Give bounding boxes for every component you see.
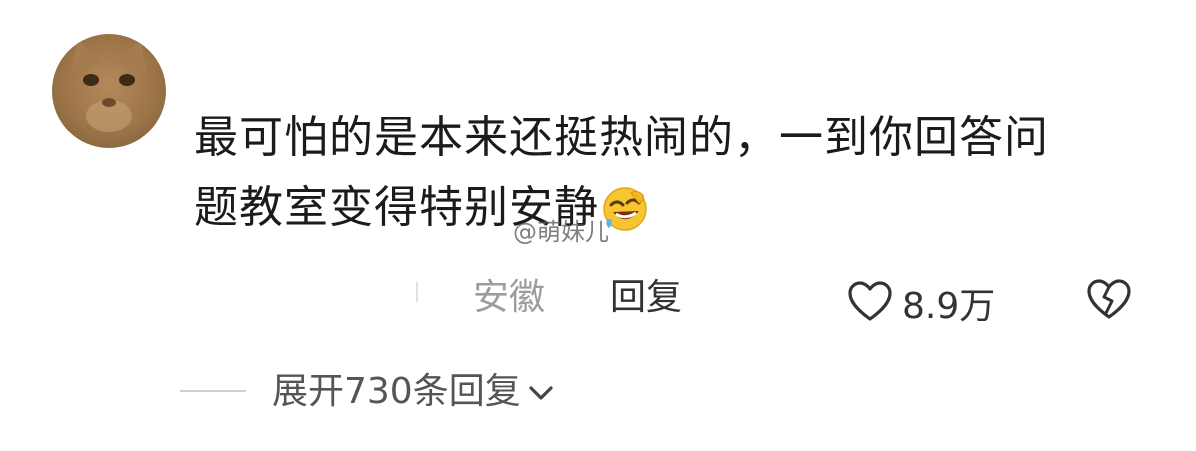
dislike-button[interactable] [1084, 277, 1134, 325]
comment-text: 最可怕的是本来还挺热闹的，一到你回答问 题教室变得特别安静 [194, 103, 1154, 243]
watermark: @萌妹儿 [513, 218, 609, 246]
cat-ear-left [62, 34, 102, 73]
chevron-down-icon [521, 370, 555, 414]
cat-eye-left [83, 74, 99, 86]
cat-eye-right [119, 74, 135, 86]
divider-tick [416, 282, 418, 302]
comment-line-1: 最可怕的是本来还挺热闹的，一到你回答问 [194, 112, 1049, 163]
location-label: 安徽 [473, 277, 546, 318]
heart-icon [846, 279, 894, 327]
cat-ear-right [116, 34, 156, 73]
reply-button[interactable]: 回复 [610, 276, 682, 320]
expand-replies-button[interactable]: 展开730条回复 [272, 370, 555, 414]
cat-nose [102, 98, 116, 107]
replies-divider [180, 390, 246, 392]
avatar[interactable] [52, 34, 166, 148]
comment-line-2: 题教室变得特别安静 [194, 173, 1154, 243]
broken-heart-icon [1084, 279, 1134, 325]
like-button[interactable]: 8.9万 [846, 277, 995, 329]
expand-replies-label: 展开730条回复 [272, 371, 521, 412]
like-count: 8.9万 [902, 286, 996, 327]
